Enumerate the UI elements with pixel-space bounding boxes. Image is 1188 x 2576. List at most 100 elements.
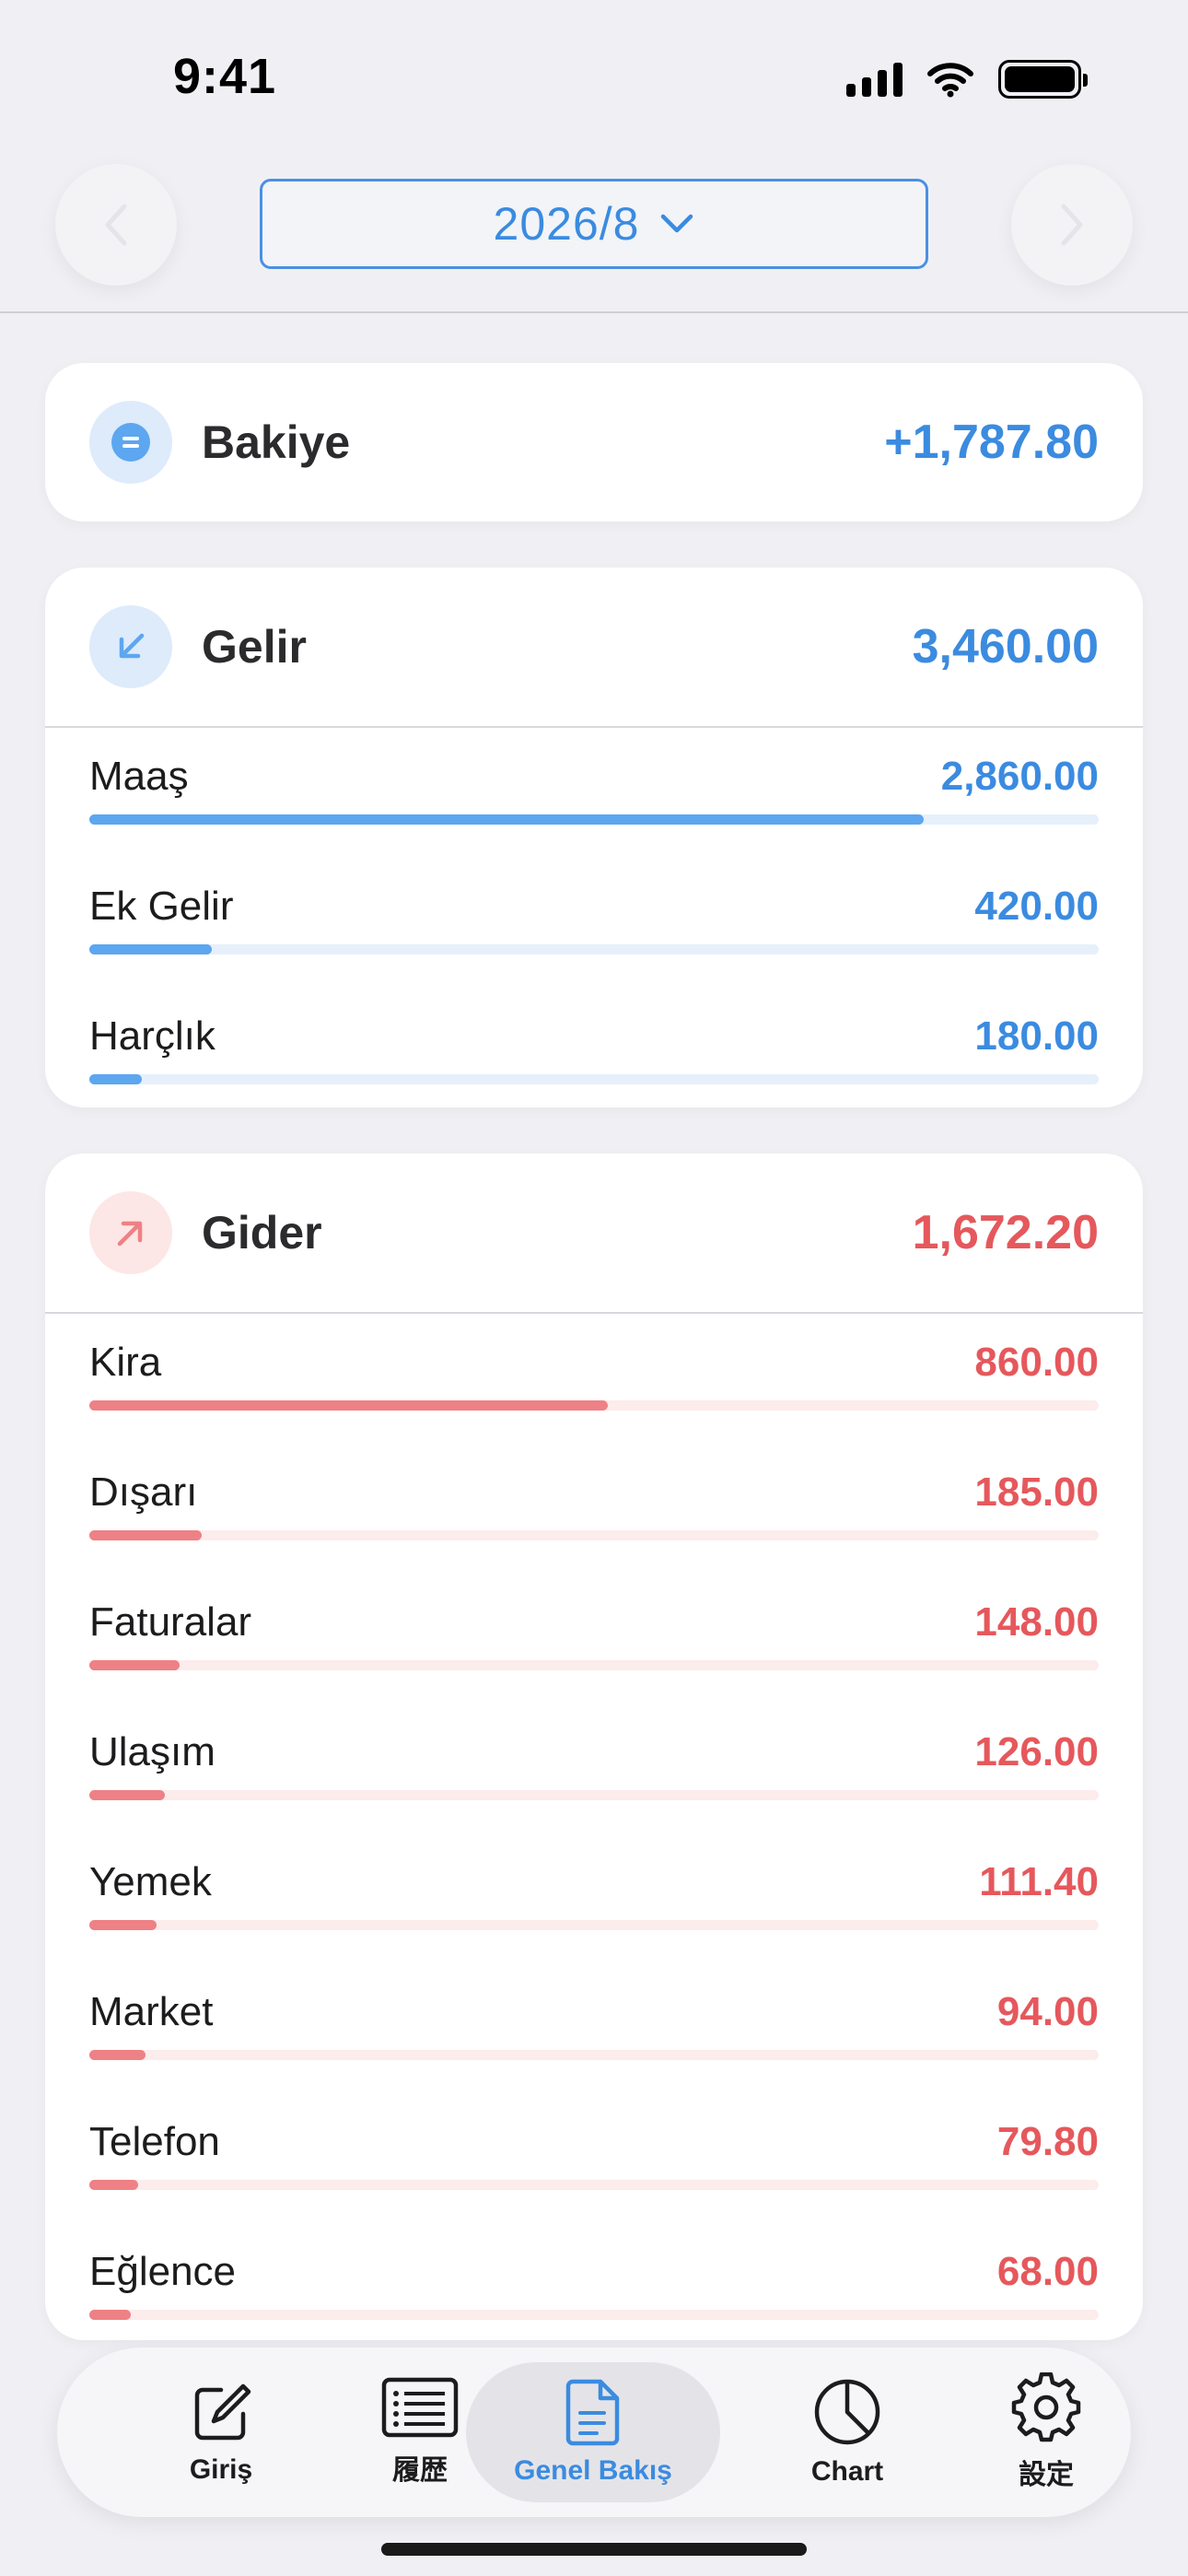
category-amount: 180.00 [974, 1013, 1099, 1059]
progress-fill [89, 1530, 202, 1540]
category-amount: 860.00 [974, 1340, 1099, 1385]
tab-label: Genel Bakış [514, 2455, 672, 2486]
income-card: Gelir 3,460.00 Maaş 2,860.00 Ek Gelir 420.0… [45, 568, 1143, 1107]
arrow-up-right-icon [117, 1221, 143, 1247]
progress-fill [89, 2050, 146, 2060]
expense-row[interactable]: Kira 860.00 [45, 1314, 1143, 1444]
tab-entry[interactable]: Giriş [122, 2362, 320, 2502]
status-icons [846, 57, 1088, 101]
category-amount: 79.80 [996, 2119, 1099, 2164]
category-label: Telefon [89, 2119, 220, 2164]
income-row[interactable]: Maaş 2,860.00 [45, 728, 1143, 858]
progress-fill [89, 2310, 131, 2320]
category-amount: 185.00 [974, 1469, 1099, 1515]
progress-track [89, 1790, 1099, 1800]
signal-icon [846, 62, 903, 97]
chevron-right-icon [1061, 204, 1083, 246]
chevron-left-icon [105, 204, 127, 246]
next-month-button[interactable] [1011, 164, 1133, 286]
progress-track [89, 2180, 1099, 2190]
category-amount: 94.00 [996, 1989, 1099, 2034]
expense-row[interactable]: Faturalar 148.00 [45, 1574, 1143, 1704]
expense-total: 1,672.20 [912, 1206, 1099, 1259]
progress-track [89, 1530, 1099, 1540]
month-header: 2026/8 [0, 157, 1188, 313]
expense-row[interactable]: Dışarı 185.00 [45, 1444, 1143, 1574]
month-label: 2026/8 [493, 198, 640, 250]
battery-icon [998, 60, 1088, 99]
category-label: Dışarı [89, 1469, 198, 1515]
status-time: 9:41 [173, 49, 277, 104]
progress-fill [89, 814, 925, 825]
expense-list: Kira 860.00 Dışarı 185.00 Faturalar 148.00 Ula… [45, 1314, 1143, 2340]
income-icon-badge [89, 605, 172, 688]
tab-overview[interactable]: Genel Bakış [466, 2362, 720, 2502]
category-label: Ek Gelir [89, 884, 234, 929]
tab-label: Chart [810, 2456, 884, 2487]
progress-track [89, 1660, 1099, 1670]
category-label: Faturalar [89, 1599, 252, 1645]
chevron-down-icon [661, 214, 693, 233]
income-title: Gelir [202, 621, 307, 673]
status-bar: 9:41 [0, 0, 1188, 157]
month-picker[interactable]: 2026/8 [260, 179, 928, 269]
category-label: Market [89, 1989, 214, 2034]
progress-fill [89, 1400, 609, 1411]
tab-label: 履歴 [392, 2455, 448, 2486]
progress-track [89, 1920, 1099, 1930]
home-indicator [381, 2543, 807, 2556]
expense-header[interactable]: Gider 1,672.20 [45, 1153, 1143, 1312]
progress-track [89, 944, 1099, 954]
expense-row[interactable]: Market 94.00 [45, 1963, 1143, 2093]
progress-track [89, 1074, 1099, 1084]
progress-track [89, 814, 1099, 825]
tab-settings[interactable]: 設定 [947, 2362, 1146, 2502]
progress-track [89, 2050, 1099, 2060]
wifi-icon [927, 63, 973, 98]
income-total: 3,460.00 [912, 620, 1099, 673]
list-icon [381, 2377, 459, 2438]
category-amount: 68.00 [996, 2249, 1099, 2294]
progress-track [89, 2310, 1099, 2320]
progress-fill [89, 1074, 142, 1084]
equals-icon [111, 423, 150, 462]
category-amount: 2,860.00 [940, 754, 1099, 799]
income-header[interactable]: Gelir 3,460.00 [45, 568, 1143, 726]
document-icon [565, 2379, 620, 2446]
expense-row[interactable]: Telefon 79.80 [45, 2093, 1143, 2223]
category-label: Maaş [89, 754, 189, 799]
progress-fill [89, 2180, 138, 2190]
balance-title: Bakiye [202, 416, 351, 468]
tab-chart[interactable]: Chart [748, 2362, 947, 2502]
pie-chart-icon [814, 2379, 880, 2445]
tab-bar: Giriş 履歴 Genel Bakış Chart 設定 [57, 2348, 1131, 2517]
arrow-down-left-icon [119, 633, 145, 659]
expense-icon-badge [89, 1191, 172, 1274]
progress-fill [89, 1660, 180, 1670]
expense-row[interactable]: Eğlence 68.00 [45, 2223, 1143, 2340]
category-label: Ulaşım [89, 1729, 215, 1774]
progress-fill [89, 944, 212, 954]
income-row[interactable]: Harçlık 180.00 [45, 988, 1143, 1107]
progress-fill [89, 1790, 166, 1800]
balance-icon-badge [89, 401, 172, 484]
expense-card: Gider 1,672.20 Kira 860.00 Dışarı 185.00 Fat… [45, 1153, 1143, 2340]
progress-fill [89, 1920, 157, 1930]
balance-card: Bakiye +1,787.80 [45, 363, 1143, 521]
expense-row[interactable]: Yemek 111.40 [45, 1833, 1143, 1963]
category-amount: 420.00 [974, 884, 1099, 929]
previous-month-button[interactable] [55, 164, 177, 286]
income-list: Maaş 2,860.00 Ek Gelir 420.00 Harçlık 180.00 [45, 728, 1143, 1107]
expense-row[interactable]: Ulaşım 126.00 [45, 1704, 1143, 1833]
progress-track [89, 1400, 1099, 1411]
edit-icon [194, 2383, 251, 2441]
category-label: Eğlence [89, 2249, 237, 2294]
category-amount: 126.00 [974, 1729, 1099, 1774]
category-amount: 148.00 [974, 1599, 1099, 1645]
balance-header: Bakiye +1,787.80 [45, 363, 1143, 521]
category-label: Kira [89, 1340, 162, 1385]
gear-icon [1011, 2372, 1081, 2442]
tab-label: 設定 [1019, 2460, 1074, 2490]
income-row[interactable]: Ek Gelir 420.00 [45, 858, 1143, 988]
category-label: Harçlık [89, 1013, 215, 1059]
